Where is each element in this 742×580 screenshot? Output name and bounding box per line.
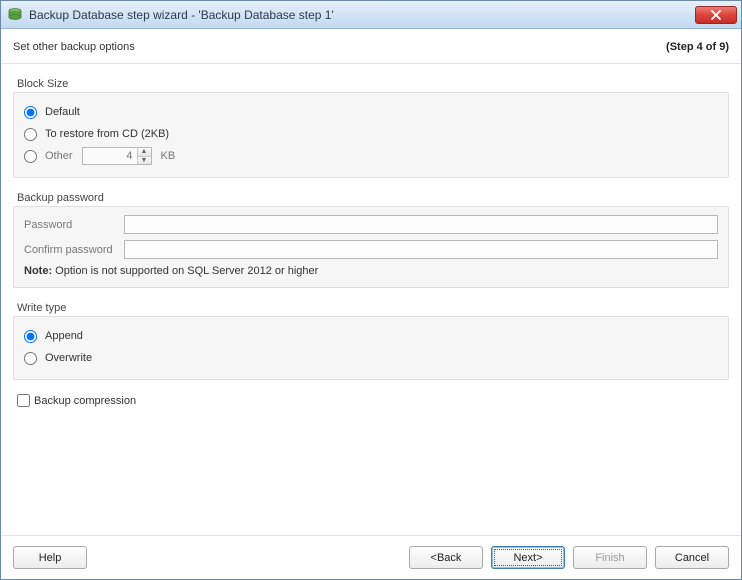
block-other-value[interactable] bbox=[83, 148, 137, 164]
password-note: Note: Option is not supported on SQL Ser… bbox=[24, 265, 718, 277]
radio-block-other-label: Other bbox=[45, 150, 73, 162]
wizard-header: Set other backup options (Step 4 of 9) bbox=[1, 29, 741, 64]
radio-block-restore-cd-label: To restore from CD (2KB) bbox=[45, 128, 169, 140]
next-button[interactable]: Next> bbox=[491, 546, 565, 569]
titlebar: Backup Database step wizard - 'Backup Da… bbox=[1, 1, 741, 29]
note-text: Option is not supported on SQL Server 20… bbox=[52, 265, 318, 277]
checkbox-backup-compression[interactable]: Backup compression bbox=[13, 390, 729, 407]
group-backup-password: Backup password Password Confirm passwor… bbox=[13, 188, 729, 288]
checkbox-backup-compression-label: Backup compression bbox=[34, 395, 136, 407]
group-block-size: Block Size Default To restore from CD (2… bbox=[13, 74, 729, 178]
radio-block-other[interactable]: Other ▲ ▼ KB bbox=[24, 145, 718, 167]
wizard-subtitle: Set other backup options bbox=[13, 41, 135, 53]
help-button[interactable]: Help bbox=[13, 546, 87, 569]
spinner-up-icon[interactable]: ▲ bbox=[138, 148, 151, 157]
radio-write-overwrite[interactable]: Overwrite bbox=[24, 347, 718, 369]
block-other-unit: KB bbox=[161, 150, 176, 162]
group-legend-block-size: Block Size bbox=[13, 74, 729, 92]
app-icon bbox=[7, 7, 23, 23]
radio-block-default-input[interactable] bbox=[24, 106, 37, 119]
spinner-down-icon[interactable]: ▼ bbox=[138, 157, 151, 165]
cancel-button[interactable]: Cancel bbox=[655, 546, 729, 569]
group-write-type: Write type Append Overwrite bbox=[13, 298, 729, 380]
close-button[interactable] bbox=[695, 6, 737, 24]
step-indicator: (Step 4 of 9) bbox=[666, 41, 729, 53]
finish-button: Finish bbox=[573, 546, 647, 569]
radio-block-other-input[interactable] bbox=[24, 150, 37, 163]
confirm-password-field[interactable] bbox=[124, 240, 718, 259]
group-legend-backup-password: Backup password bbox=[13, 188, 729, 206]
radio-write-overwrite-label: Overwrite bbox=[45, 352, 92, 364]
confirm-password-label: Confirm password bbox=[24, 244, 124, 256]
block-other-spinner[interactable]: ▲ ▼ bbox=[82, 147, 152, 165]
password-field[interactable] bbox=[124, 215, 718, 234]
radio-write-append-label: Append bbox=[45, 330, 83, 342]
radio-block-restore-cd[interactable]: To restore from CD (2KB) bbox=[24, 123, 718, 145]
back-button[interactable]: <Back bbox=[409, 546, 483, 569]
note-label: Note: bbox=[24, 265, 52, 277]
radio-write-append-input[interactable] bbox=[24, 330, 37, 343]
radio-write-append[interactable]: Append bbox=[24, 325, 718, 347]
password-label: Password bbox=[24, 219, 124, 231]
wizard-content: Block Size Default To restore from CD (2… bbox=[1, 64, 741, 535]
radio-block-default[interactable]: Default bbox=[24, 101, 718, 123]
wizard-footer: Help <Back Next> Finish Cancel bbox=[1, 535, 741, 579]
radio-block-restore-cd-input[interactable] bbox=[24, 128, 37, 141]
radio-block-default-label: Default bbox=[45, 106, 80, 118]
radio-write-overwrite-input[interactable] bbox=[24, 352, 37, 365]
checkbox-backup-compression-input[interactable] bbox=[17, 394, 30, 407]
group-legend-write-type: Write type bbox=[13, 298, 729, 316]
window-title: Backup Database step wizard - 'Backup Da… bbox=[29, 8, 334, 22]
